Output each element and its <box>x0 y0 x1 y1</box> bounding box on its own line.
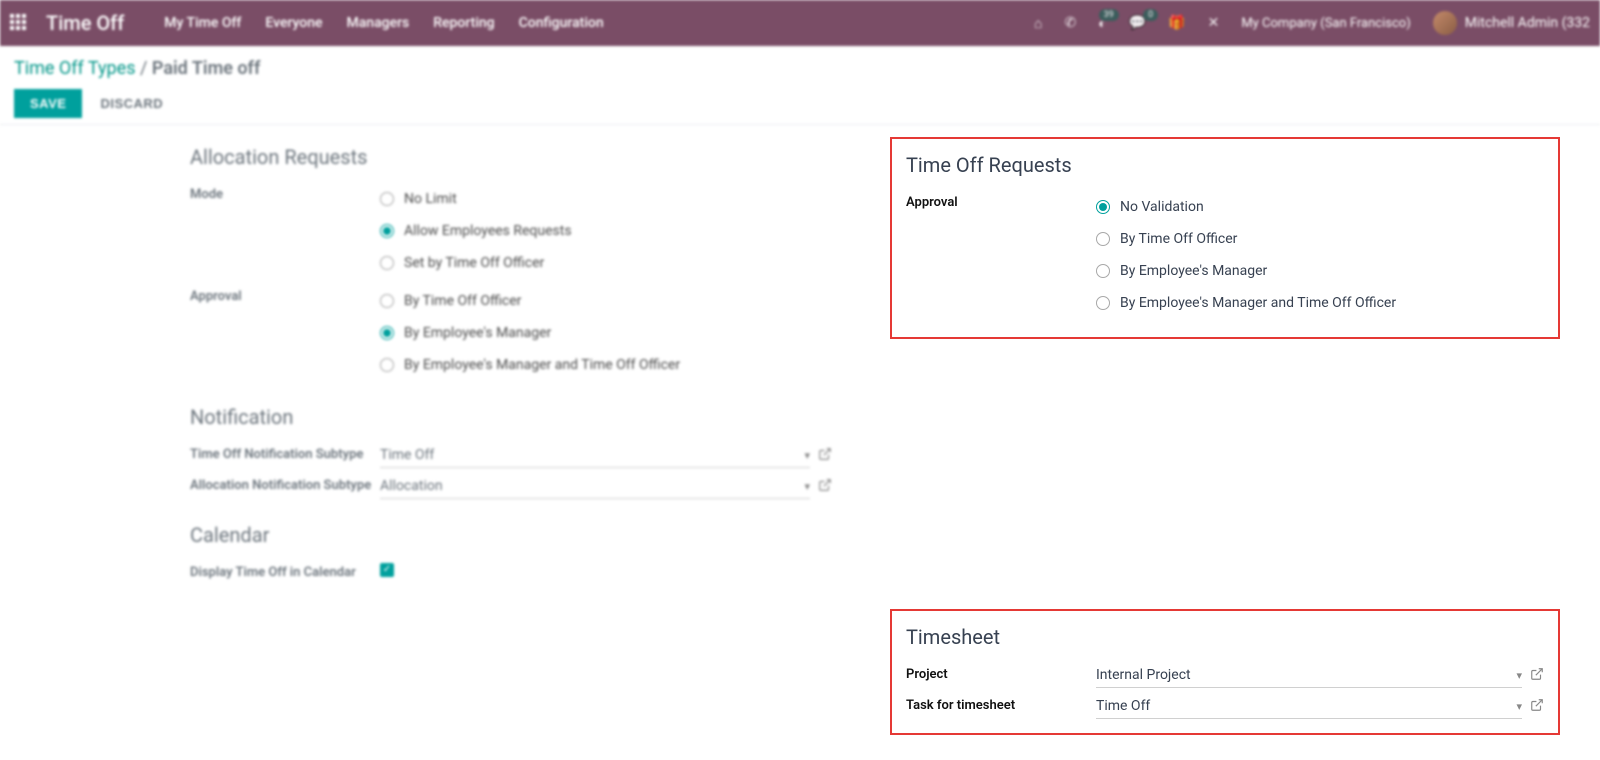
brand[interactable]: Time Off <box>46 11 124 35</box>
timeoff-requests-highlight: Time Off Requests Approval No Validation… <box>890 137 1560 339</box>
right-column: Time Off Requests Approval No Validation… <box>890 137 1570 745</box>
allocation-title: Allocation Requests <box>190 145 860 169</box>
nav-everyone[interactable]: Everyone <box>265 15 322 31</box>
company-switcher[interactable]: My Company (San Francisco) <box>1241 16 1410 31</box>
breadcrumb-current: Paid Time off <box>152 58 260 79</box>
avatar <box>1433 11 1457 35</box>
nav-menu: My Time Off Everyone Managers Reporting … <box>164 15 603 31</box>
chevron-down-icon: ▾ <box>1516 669 1522 682</box>
mode-label: Mode <box>190 183 380 202</box>
save-button[interactable]: SAVE <box>14 89 82 118</box>
form-content: Allocation Requests Mode No Limit Allow … <box>0 125 1600 745</box>
timesheet-title: Timesheet <box>906 625 1544 649</box>
calendar-title: Calendar <box>190 523 860 547</box>
subheader: Time Off Types / Paid Time off SAVE DISC… <box>0 46 1600 125</box>
task-select[interactable]: Time Off ▾ <box>1096 694 1522 719</box>
alloc-sub-select[interactable]: Allocation ▾ <box>380 474 810 499</box>
chevron-down-icon: ▾ <box>804 480 810 493</box>
mode-allow-employees[interactable]: Allow Employees Requests <box>380 215 860 247</box>
timeoff-sub-select[interactable]: Time Off ▾ <box>380 443 810 468</box>
breadcrumb-parent[interactable]: Time Off Types <box>14 58 136 79</box>
clock-icon[interactable]: ◐39 <box>1098 15 1106 32</box>
task-label: Task for timesheet <box>906 694 1096 713</box>
nav-my-time-off[interactable]: My Time Off <box>164 15 241 31</box>
alloc-approval-manager[interactable]: By Employee's Manager <box>380 317 860 349</box>
alloc-sub-label: Allocation Notification Subtype <box>190 474 380 493</box>
gift-icon[interactable]: 🎁 <box>1168 15 1185 31</box>
approval-by-manager[interactable]: By Employee's Manager <box>1096 255 1544 287</box>
approval-by-both[interactable]: By Employee's Manager and Time Off Offic… <box>1096 287 1544 319</box>
timesheet-highlight: Timesheet Project Internal Project ▾ Tas… <box>890 609 1560 735</box>
mode-no-limit[interactable]: No Limit <box>380 183 860 215</box>
alloc-approval-both[interactable]: By Employee's Manager and Time Off Offic… <box>380 349 860 381</box>
phone-icon[interactable]: ✆ <box>1065 15 1077 31</box>
notification-title: Notification <box>190 405 860 429</box>
display-in-calendar-checkbox[interactable]: ✓ <box>380 563 394 577</box>
project-label: Project <box>906 663 1096 682</box>
user-name: Mitchell Admin (332 <box>1465 15 1590 31</box>
chevron-down-icon: ▾ <box>1516 700 1522 713</box>
chat-badge: 0 <box>1143 9 1158 21</box>
nav-configuration[interactable]: Configuration <box>519 15 604 31</box>
discard-button[interactable]: DISCARD <box>100 96 163 111</box>
apps-icon[interactable] <box>10 14 28 32</box>
approval-no-validation[interactable]: No Validation <box>1096 191 1544 223</box>
nav-right: ⌂ ✆ ◐39 💬0 🎁 ✕ My Company (San Francisco… <box>1034 11 1590 35</box>
left-column: Allocation Requests Mode No Limit Allow … <box>190 137 860 745</box>
external-link-icon[interactable] <box>818 447 832 465</box>
mode-set-by-officer[interactable]: Set by Time Off Officer <box>380 247 860 279</box>
project-select[interactable]: Internal Project ▾ <box>1096 663 1522 688</box>
external-link-icon[interactable] <box>1530 667 1544 685</box>
user-menu[interactable]: Mitchell Admin (332 <box>1433 11 1590 35</box>
approval-by-officer[interactable]: By Time Off Officer <box>1096 223 1544 255</box>
clock-badge: 39 <box>1099 9 1119 21</box>
chat-icon[interactable]: 💬0 <box>1129 15 1146 31</box>
requests-approval-label: Approval <box>906 191 1096 210</box>
timeoff-sub-label: Time Off Notification Subtype <box>190 443 380 462</box>
top-nav: Time Off My Time Off Everyone Managers R… <box>0 0 1600 46</box>
nav-managers[interactable]: Managers <box>347 15 410 31</box>
alloc-approval-officer[interactable]: By Time Off Officer <box>380 285 860 317</box>
external-link-icon[interactable] <box>818 478 832 496</box>
home-icon[interactable]: ⌂ <box>1034 15 1042 32</box>
display-in-calendar-label: Display Time Off in Calendar <box>190 561 380 580</box>
nav-reporting[interactable]: Reporting <box>433 15 494 31</box>
close-icon[interactable]: ✕ <box>1208 15 1220 31</box>
alloc-approval-label: Approval <box>190 285 380 304</box>
breadcrumb: Time Off Types / Paid Time off <box>14 58 1586 79</box>
external-link-icon[interactable] <box>1530 698 1544 716</box>
chevron-down-icon: ▾ <box>804 449 810 462</box>
requests-title: Time Off Requests <box>906 153 1544 177</box>
